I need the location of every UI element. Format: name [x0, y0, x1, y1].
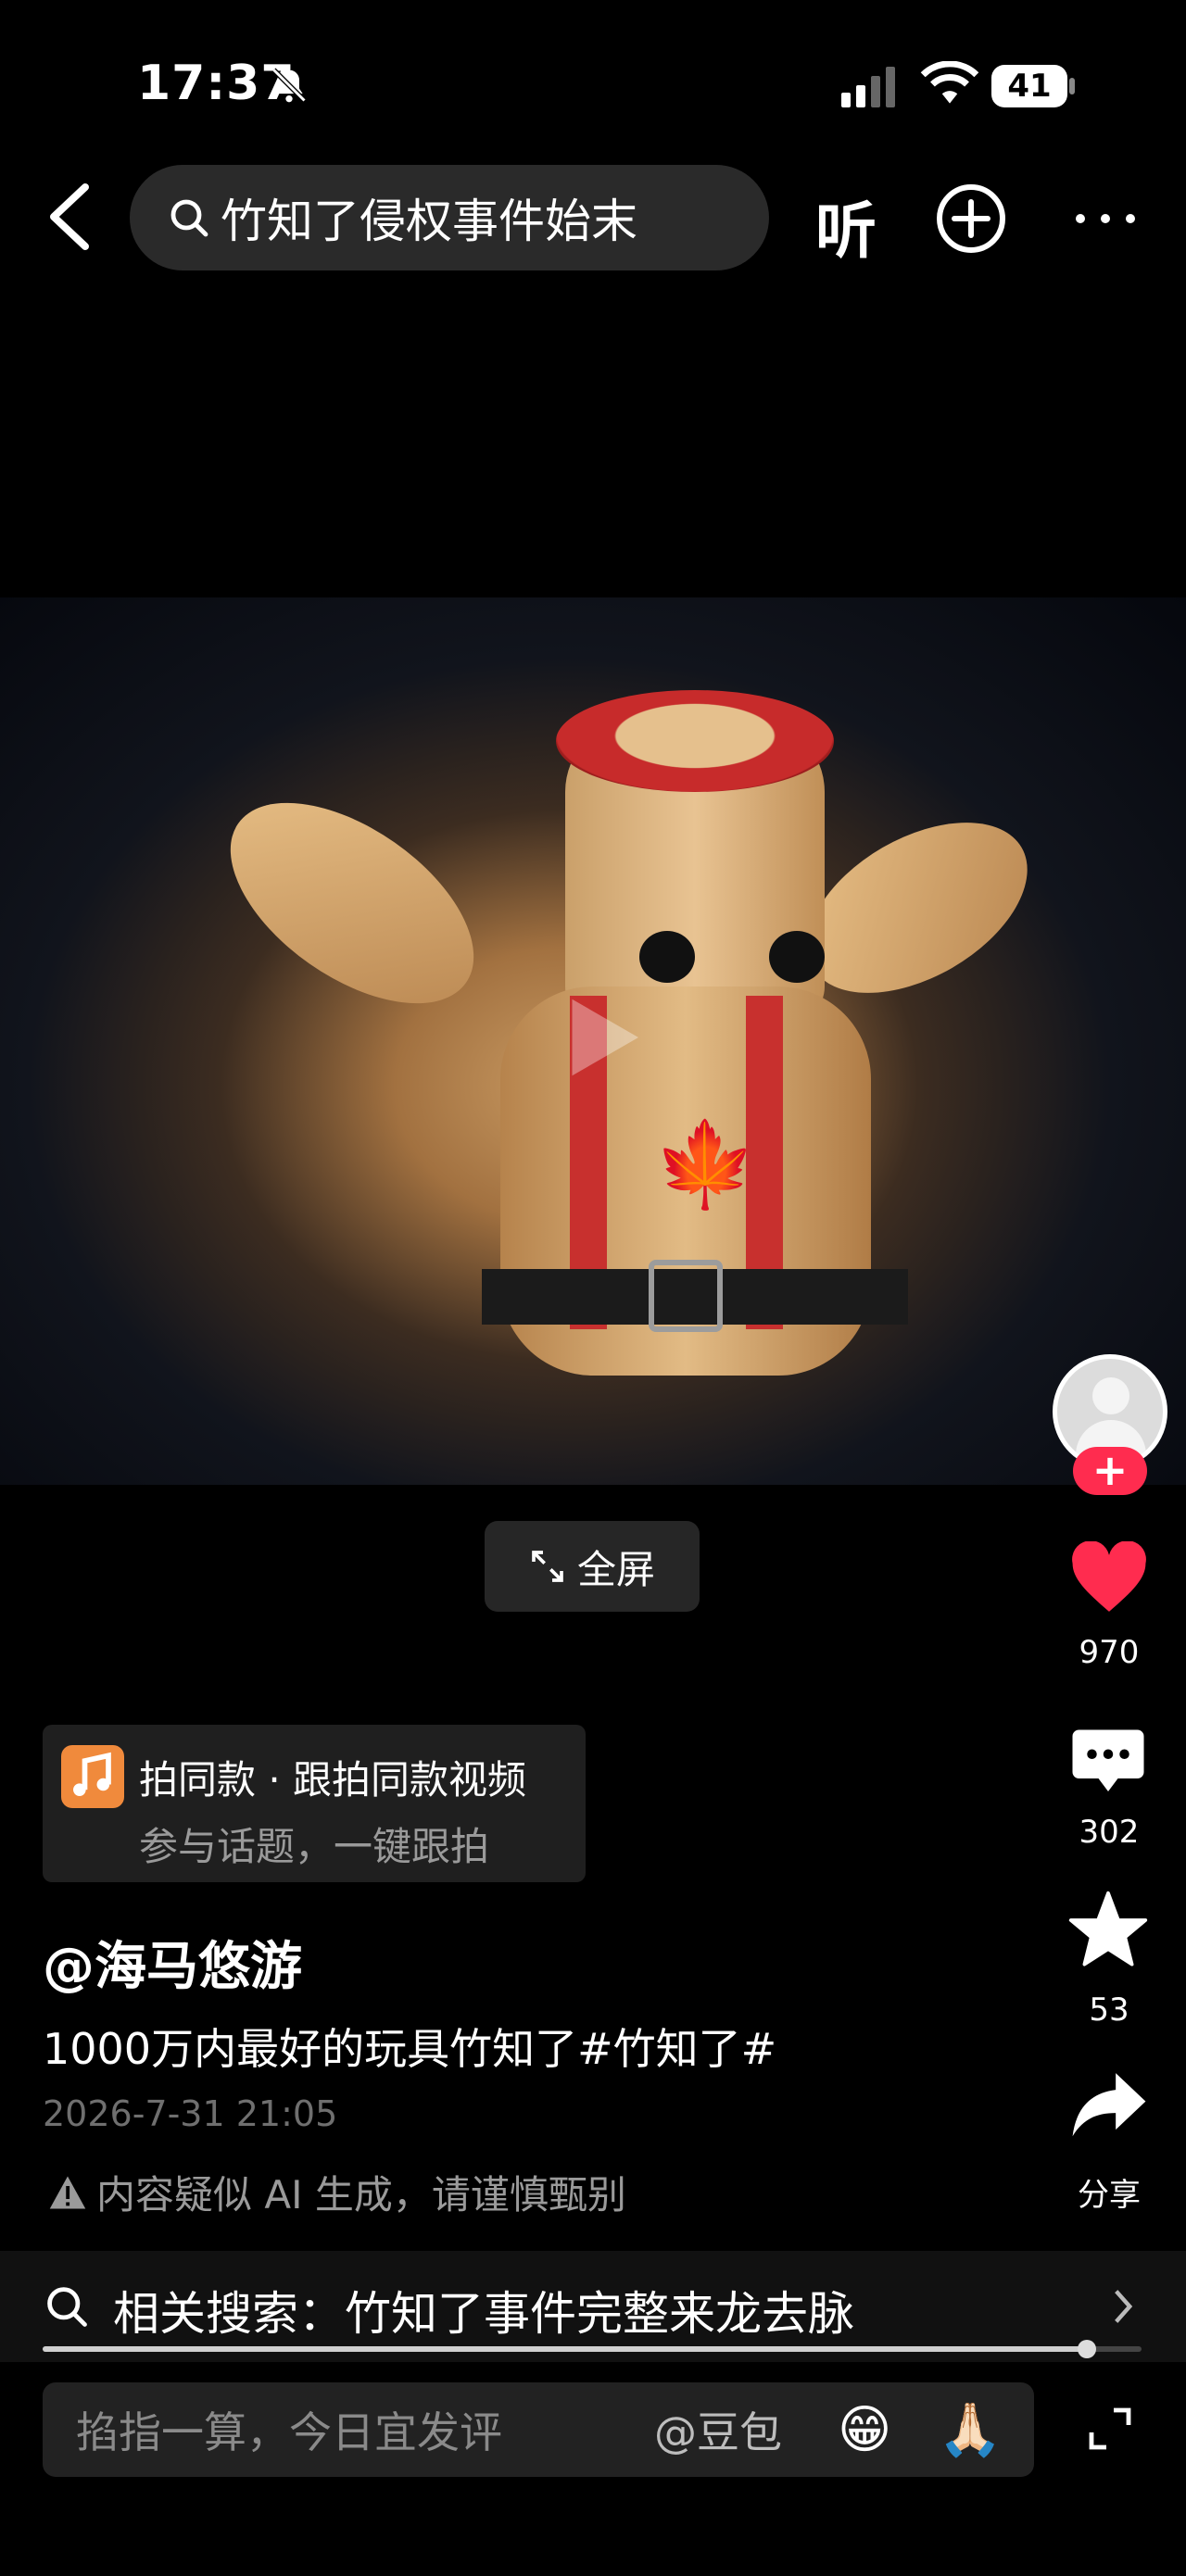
ai-generated-notice: 内容疑似 AI 生成，请谨慎甄别 — [48, 2164, 626, 2220]
playback-progress-bar[interactable] — [43, 2340, 1142, 2358]
post-caption[interactable]: 1000万内最好的玩具竹知了#竹知了# — [43, 2016, 776, 2077]
belt-buckle — [649, 1260, 723, 1332]
mention-doubao-button[interactable]: @豆包 — [654, 2399, 782, 2460]
search-query: 竹知了侵权事件始末 — [221, 195, 637, 248]
related-search-bar[interactable]: 相关搜索：竹知了事件完整来龙去脉 — [0, 2251, 1186, 2362]
mute-bell-icon — [271, 68, 307, 103]
post-date: 2026-7-31 21:05 — [43, 2093, 338, 2134]
video-player[interactable]: 🍁 — [0, 597, 1186, 1485]
expand-icon[interactable] — [1088, 2406, 1132, 2451]
star-icon[interactable] — [1067, 1890, 1149, 1971]
related-search-text: 相关搜索：竹知了事件完整来龙去脉 — [113, 2287, 854, 2341]
template-title: 拍同款 · 跟拍同款视频 — [139, 1757, 527, 1803]
author-name[interactable]: @海马悠游 — [43, 1925, 302, 2000]
more-options-icon[interactable] — [1073, 209, 1138, 228]
listen-button[interactable]: 听 — [815, 182, 877, 270]
music-note-icon — [61, 1745, 124, 1808]
battery-indicator: 41 — [991, 65, 1077, 107]
chevron-right-icon — [1115, 2290, 1133, 2323]
comment-icon[interactable] — [1069, 1723, 1147, 1795]
play-icon[interactable] — [547, 986, 649, 1088]
comment-placeholder: 掐指一算，今日宜发评 — [76, 2407, 502, 2457]
progress-fill — [43, 2346, 1087, 2352]
expand-arrows-icon — [532, 1551, 563, 1582]
ai-notice-text: 内容疑似 AI 生成，请谨慎甄别 — [96, 2172, 626, 2218]
wifi-icon — [920, 61, 979, 104]
comment-input[interactable]: 掐指一算，今日宜发评 @豆包 😁 🙏🏻 — [43, 2382, 1034, 2477]
maple-leaf-icon: 🍁 — [653, 1116, 758, 1213]
warning-icon — [49, 2176, 86, 2208]
praying-hands-emoji-button[interactable]: 🙏🏻 — [938, 2399, 1003, 2460]
grinning-emoji-button[interactable]: 😁 — [838, 2400, 891, 2460]
share-arrow-icon[interactable] — [1069, 2069, 1149, 2143]
add-circle-icon[interactable] — [934, 182, 1008, 256]
share-label: 分享 — [1078, 2177, 1141, 2214]
progress-handle[interactable] — [1077, 2340, 1096, 2358]
search-icon — [47, 2287, 87, 2327]
cellular-signal-icon — [841, 67, 895, 107]
heart-icon[interactable] — [1069, 1541, 1149, 1615]
battery-level: 41 — [991, 65, 1067, 107]
shoot-same-style-card[interactable]: 拍同款 · 跟拍同款视频 参与话题，一键跟拍 — [43, 1725, 586, 1882]
back-arrow-icon[interactable] — [44, 182, 91, 252]
figure-red-band — [556, 690, 834, 792]
favorite-count: 53 — [1089, 1992, 1129, 2029]
search-icon — [170, 199, 208, 237]
template-subtitle: 参与话题，一键跟拍 — [139, 1824, 490, 1869]
follow-button[interactable]: + — [1073, 1447, 1147, 1495]
comment-count: 302 — [1079, 1814, 1140, 1851]
figure-left-wing — [196, 762, 509, 1044]
like-count: 970 — [1079, 1634, 1140, 1671]
fullscreen-label: 全屏 — [576, 1546, 655, 1592]
fullscreen-button[interactable]: 全屏 — [485, 1521, 700, 1612]
search-bar[interactable]: 竹知了侵权事件始末 — [130, 165, 769, 270]
